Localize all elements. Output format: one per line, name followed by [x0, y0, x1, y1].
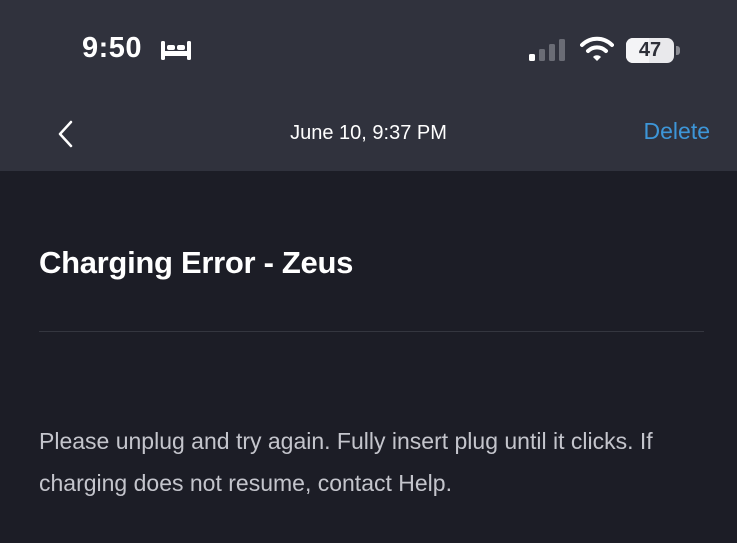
battery-tip — [676, 46, 680, 55]
cellular-signal-icon — [529, 39, 565, 61]
divider — [39, 331, 704, 332]
navigation-bar: June 10, 9:37 PM Delete — [0, 100, 737, 171]
notification-title: Charging Error - Zeus — [39, 245, 354, 280]
delete-button[interactable]: Delete — [644, 118, 710, 145]
notification-timestamp: June 10, 9:37 PM — [290, 122, 447, 144]
battery-indicator: 47 — [626, 38, 674, 63]
notification-body: Please unplug and try again. Fully inser… — [39, 428, 653, 496]
battery-level: 47 — [638, 39, 662, 61]
wifi-icon — [580, 36, 614, 61]
status-time: 9:50 — [82, 32, 143, 64]
bed-icon — [161, 41, 191, 60]
status-bar: 9:50 47 — [0, 0, 737, 100]
header-area: 9:50 47 June 10, 9:37 PM Delete — [0, 0, 737, 171]
